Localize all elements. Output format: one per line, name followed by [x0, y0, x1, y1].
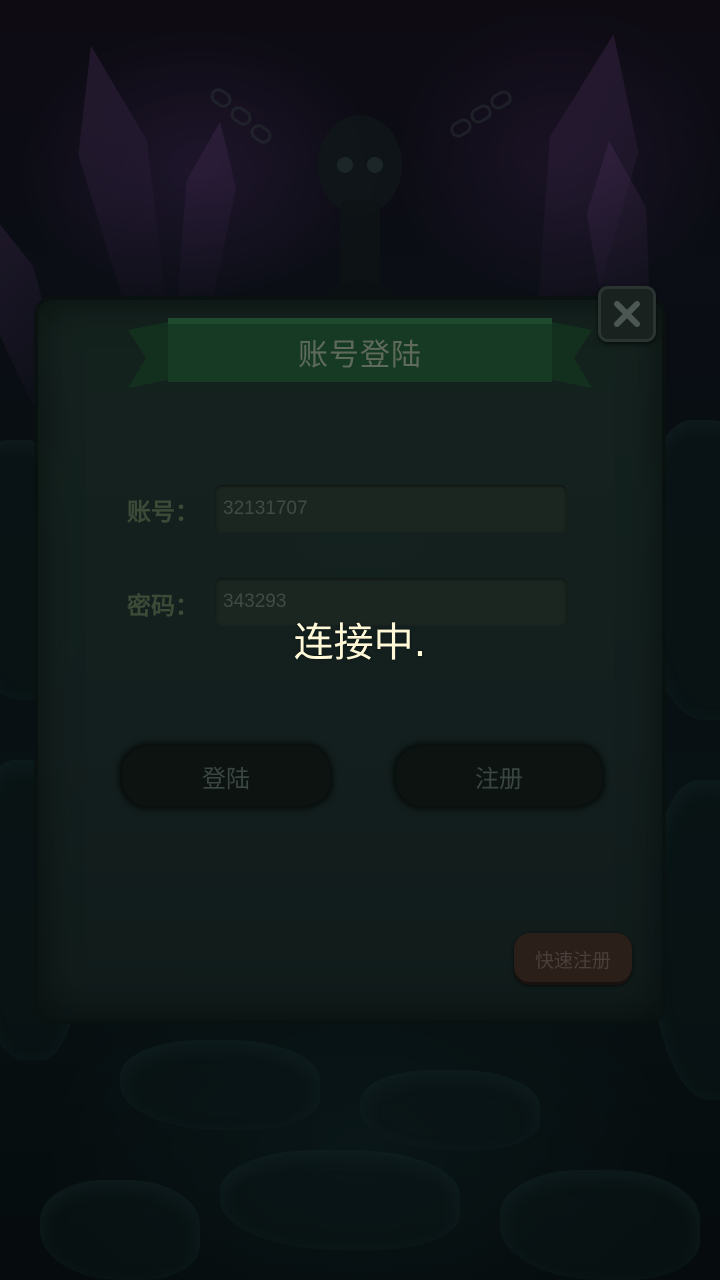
quick-register-button[interactable]: 快速注册	[514, 933, 632, 985]
close-button[interactable]	[598, 286, 656, 342]
login-button[interactable]: 登陆	[122, 746, 330, 806]
account-input[interactable]	[215, 485, 567, 533]
register-button[interactable]: 注册	[396, 746, 602, 806]
game-login-screen: 账号登陆 账号： 密码： 登陆 注册 快速注册 连接中.	[0, 0, 720, 1280]
close-icon	[614, 301, 640, 327]
connecting-status: 连接中.	[293, 620, 427, 666]
dialog-title: 账号登陆	[298, 338, 422, 373]
account-label: 账号：	[127, 498, 199, 526]
